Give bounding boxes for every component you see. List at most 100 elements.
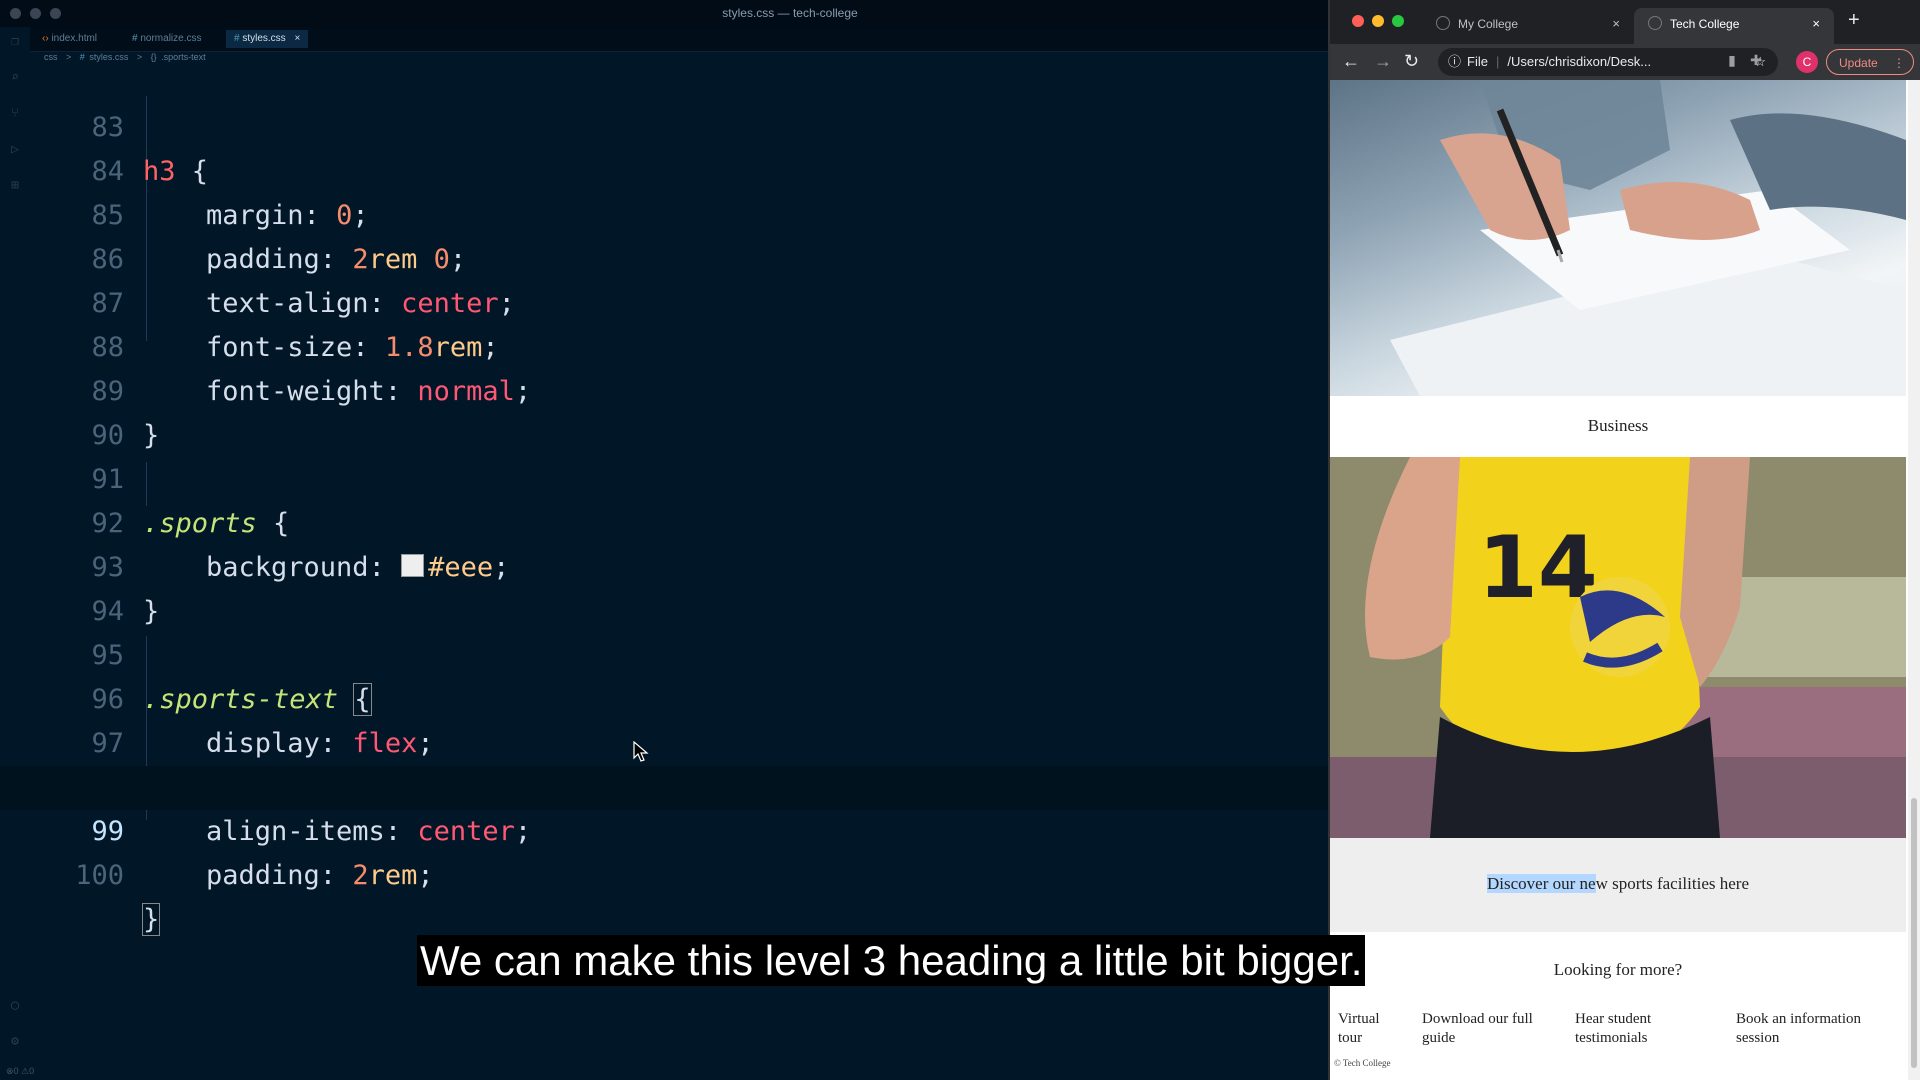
- semicolon: ;: [417, 860, 434, 891]
- code-line[interactable]: 87 font-size: 1.8rem;: [0, 238, 1330, 363]
- code-line[interactable]: 90: [0, 370, 1330, 451]
- footer-link-virtual-tour[interactable]: Virtual tour: [1338, 1010, 1380, 1048]
- editor-titlebar: styles.css — tech-college: [0, 0, 1330, 27]
- video-subtitle: We can make this level 3 heading a littl…: [417, 935, 1366, 986]
- code-line[interactable]: 96 display: flex;: [0, 634, 1330, 759]
- link-text: Virtual: [1338, 1011, 1380, 1027]
- business-photo: [1390, 80, 1906, 396]
- link-text: Download our full: [1422, 1011, 1533, 1027]
- minimize-window-button[interactable]: [1372, 15, 1384, 27]
- css-file-icon: #: [132, 33, 138, 44]
- problems-indicator-icon[interactable]: ⊗0 ⚠0: [6, 1066, 34, 1076]
- scrollbar-thumb[interactable]: [1911, 798, 1917, 1068]
- browser-tab-strip: My College × Tech College × +: [1330, 0, 1920, 44]
- more-menu-icon[interactable]: ⋮: [1893, 50, 1905, 76]
- code-line[interactable]: 85 padding: 2rem 0;: [0, 150, 1330, 275]
- close-tab-icon[interactable]: ×: [294, 33, 300, 44]
- code-line[interactable]: 88 font-weight: normal;: [0, 282, 1330, 407]
- address-scheme: File: [1467, 54, 1488, 69]
- profile-avatar[interactable]: C: [1796, 51, 1818, 73]
- close-window-button[interactable]: [1352, 15, 1364, 27]
- reload-icon[interactable]: ↻: [1404, 51, 1419, 71]
- page-viewport[interactable]: Business 14 Discover our new sports faci…: [1330, 80, 1920, 1080]
- code-line[interactable]: 98 align-items: center;: [0, 722, 1330, 847]
- code-line[interactable]: 93 }: [0, 502, 1330, 627]
- close-tab-icon[interactable]: ×: [1612, 8, 1620, 40]
- code-line[interactable]: 95 .sports-text {: [0, 590, 1330, 716]
- back-arrow-icon[interactable]: ←: [1342, 51, 1360, 71]
- update-label: Update: [1839, 56, 1878, 70]
- css-file-icon: #: [79, 52, 85, 62]
- copyright-text: © Tech College: [1334, 1058, 1391, 1068]
- tab-index-html[interactable]: ‹› index.html: [34, 30, 105, 48]
- css-property: padding: [206, 860, 320, 891]
- footer-link-info-session[interactable]: Book an information session: [1736, 1010, 1861, 1048]
- tab-label: styles.css: [242, 33, 286, 44]
- footer-link-testimonials[interactable]: Hear student testimonials: [1575, 1010, 1651, 1048]
- code-line[interactable]: 97 justify-content: center;: [0, 678, 1330, 803]
- code-line[interactable]: 94: [0, 546, 1330, 627]
- tab-styles-css[interactable]: # styles.css ×: [226, 30, 309, 48]
- code-line[interactable]: 84 margin: 0;: [0, 106, 1330, 231]
- link-text: Book an information: [1736, 1011, 1861, 1027]
- link-text: session: [1736, 1030, 1780, 1046]
- mouse-pointer-icon: [633, 741, 649, 762]
- maximize-window-button[interactable]: [1392, 15, 1404, 27]
- update-button[interactable]: Update ⋮: [1826, 49, 1914, 75]
- page-scrollbar[interactable]: [1908, 80, 1920, 1080]
- sports-photo: 14: [1330, 457, 1906, 838]
- account-icon[interactable]: ◯: [8, 999, 22, 1013]
- breadcrumb-file[interactable]: styles.css: [89, 52, 128, 62]
- colon: :: [319, 860, 353, 891]
- code-line[interactable]: 86 text-align: center;: [0, 194, 1330, 319]
- settings-gear-icon[interactable]: ⚙: [8, 1035, 22, 1049]
- code-line[interactable]: 100 }: [0, 810, 1330, 936]
- link-text: guide: [1422, 1030, 1456, 1046]
- matched-bracket: }: [141, 903, 161, 936]
- window-controls[interactable]: [1352, 15, 1404, 27]
- css-value: 2: [352, 860, 369, 891]
- looking-for-more-heading: Looking for more?: [1553, 960, 1683, 979]
- browser-tab-my-college[interactable]: My College ×: [1422, 8, 1634, 44]
- browser-tab-tech-college[interactable]: Tech College ×: [1634, 8, 1834, 44]
- line-number: 100: [75, 860, 124, 891]
- breadcrumb-folder[interactable]: css: [44, 52, 58, 62]
- breadcrumb-symbol[interactable]: .sports-text: [161, 52, 206, 62]
- css-unit: rem: [368, 860, 418, 891]
- code-line[interactable]: 92 background: #eee;: [0, 458, 1330, 583]
- browser-window: My College × Tech College × + ← → ↻ ⓘ Fil…: [1328, 0, 1920, 1080]
- tab-normalize-css[interactable]: # normalize.css: [124, 30, 209, 48]
- code-line[interactable]: 83 h3 {: [0, 62, 1330, 187]
- symbol-icon: {}: [150, 52, 157, 62]
- explorer-icon[interactable]: ❐: [8, 35, 22, 49]
- code-line[interactable]: 89 }: [0, 326, 1330, 451]
- tab-label: normalize.css: [140, 33, 202, 44]
- globe-icon: [1436, 16, 1450, 30]
- footer-link-download-guide[interactable]: Download our full guide: [1422, 1010, 1533, 1048]
- sports-image: 14: [1330, 457, 1906, 838]
- globe-icon: [1648, 16, 1662, 30]
- sports-text[interactable]: Discover our new sports facilities here: [1330, 874, 1906, 894]
- new-tab-button[interactable]: +: [1848, 9, 1860, 32]
- breadcrumb-separator: >: [66, 52, 72, 62]
- forward-arrow-icon[interactable]: →: [1374, 51, 1392, 71]
- extensions-puzzle-icon[interactable]: ✚: [1748, 52, 1764, 68]
- breadcrumb-separator: >: [136, 52, 143, 62]
- sports-text-rest: w sports facilities here: [1595, 874, 1749, 893]
- address-url: /Users/chrisdixon/Desk...: [1507, 54, 1652, 69]
- code-line[interactable]: 91 .sports {: [0, 414, 1330, 539]
- tab-title: My College: [1458, 17, 1519, 31]
- close-tab-icon[interactable]: ×: [1812, 8, 1820, 40]
- footer-links: Virtual tour Download our full guide Hear …: [1330, 1010, 1906, 1060]
- status-bar: ⊗0 ⚠0: [0, 1066, 1330, 1080]
- extension-icon[interactable]: ▮: [1724, 52, 1740, 68]
- address-separator: |: [1495, 54, 1500, 69]
- editor-tab-bar: ‹› index.html # normalize.css # styles.c…: [0, 27, 1330, 52]
- link-text: Hear student: [1575, 1011, 1652, 1027]
- sports-text-section: Discover our new sports facilities here: [1330, 838, 1906, 932]
- link-text: testimonials: [1575, 1030, 1648, 1046]
- business-image: [1330, 80, 1906, 396]
- info-icon[interactable]: ⓘ: [1448, 54, 1461, 69]
- html-file-icon: ‹›: [42, 33, 49, 44]
- code-line-current[interactable]: 99 padding: 2rem;: [0, 766, 1330, 891]
